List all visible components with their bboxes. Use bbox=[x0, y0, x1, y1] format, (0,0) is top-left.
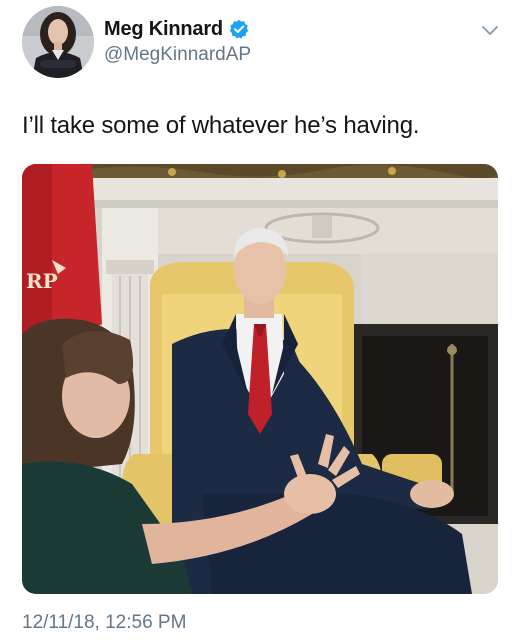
photo-illustration: RP bbox=[22, 164, 498, 594]
svg-text:RP: RP bbox=[26, 269, 58, 293]
tweet-card: Meg Kinnard @MegKinnardAP I’ll take some… bbox=[0, 0, 520, 640]
author-display-name[interactable]: Meg Kinnard bbox=[104, 18, 223, 41]
tweet-text: I’ll take some of whatever he’s having. bbox=[22, 112, 420, 139]
avatar-photo bbox=[22, 6, 94, 78]
author-handle[interactable]: @MegKinnardAP bbox=[104, 44, 251, 66]
author-name-row: Meg Kinnard bbox=[104, 16, 249, 42]
verified-badge-icon bbox=[229, 19, 249, 39]
chevron-down-icon[interactable] bbox=[481, 24, 499, 36]
tweet-timestamp[interactable]: 12/11/18, 12:56 PM bbox=[22, 612, 186, 634]
tweet-photo[interactable]: RP bbox=[22, 164, 498, 594]
avatar[interactable] bbox=[22, 6, 94, 78]
